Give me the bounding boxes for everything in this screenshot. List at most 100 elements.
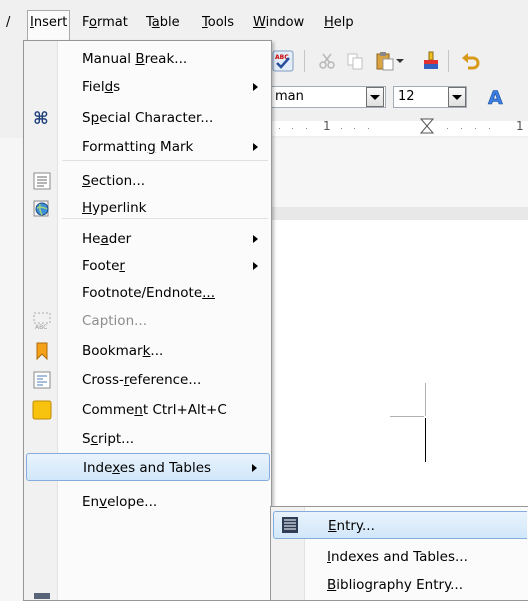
insert-menu-popup: Manual Break... Fields ⌘ Special Character.… — [23, 40, 272, 601]
spellcheck-icon[interactable]: ABC — [272, 50, 294, 72]
indent-marker-icon[interactable] — [419, 118, 435, 138]
menu-item-label: Formatting Mark — [82, 139, 194, 155]
menu-item-label: Indexes and Tables — [83, 460, 212, 476]
submenu-item-bibliography-entry[interactable]: Bibliography Entry... — [273, 571, 527, 599]
text-cursor — [425, 418, 426, 462]
ruler-tick — [279, 128, 280, 129]
partial-menu-icon — [34, 593, 50, 599]
menu-item-section[interactable]: Section... — [26, 167, 270, 195]
menu-item-cross-reference[interactable]: Cross-reference... — [26, 366, 270, 394]
text-effects-icon[interactable]: A — [486, 86, 508, 108]
font-size-value: 12 — [398, 89, 415, 104]
section-icon — [32, 171, 52, 191]
menu-item-formatting-mark[interactable]: Formatting Mark — [26, 133, 270, 161]
menubar-truncated-item[interactable]: / — [4, 11, 12, 37]
ruler-tick — [461, 128, 462, 129]
menu-item-fields[interactable]: Fields — [26, 73, 270, 101]
font-name-value: man — [275, 89, 304, 104]
hyperlink-globe-icon — [32, 198, 52, 218]
ruler-tick — [354, 128, 355, 129]
menu-help-label: Help — [324, 15, 354, 30]
ruler-tick — [341, 128, 342, 129]
menu-item-label: Fields — [82, 79, 121, 95]
menu-item-label: Section... — [82, 173, 146, 189]
menu-item-label: Header — [82, 231, 132, 247]
menu-item-footer[interactable]: Footer — [26, 252, 270, 280]
menu-table-label: Table — [146, 15, 180, 30]
menu-insert-label: Insert — [30, 15, 68, 30]
cut-icon[interactable] — [316, 50, 338, 72]
submenu-item-entry[interactable]: Entry... — [273, 511, 527, 539]
menu-item-label: Footnote/Endnote... — [82, 285, 216, 301]
menu-help[interactable]: Help — [322, 11, 356, 37]
menu-item-label: Footer — [82, 258, 125, 274]
menu-item-caption[interactable]: ABC Caption... — [26, 307, 270, 335]
svg-text:A: A — [488, 87, 503, 108]
menu-item-header[interactable]: Header — [26, 225, 270, 253]
menu-insert[interactable]: Insert — [27, 10, 71, 41]
submenu-item-label: Bibliography Entry... — [327, 577, 464, 593]
svg-text:ABC: ABC — [35, 324, 47, 331]
ruler-tick — [475, 128, 476, 129]
menu-table[interactable]: Table — [144, 11, 182, 37]
menu-item-hyperlink[interactable]: Hyperlink — [26, 194, 270, 222]
menu-format[interactable]: Format — [80, 11, 130, 37]
page-shadow — [271, 207, 528, 220]
submenu-item-label: Entry... — [328, 518, 375, 534]
index-entry-icon — [280, 515, 300, 535]
menu-item-indexes-and-tables[interactable]: Indexes and Tables — [26, 453, 270, 481]
menu-item-comment-ctrl-alt-c[interactable]: Comment Ctrl+Alt+C — [26, 396, 270, 424]
bookmark-icon — [32, 341, 52, 361]
paste-icon[interactable] — [374, 50, 396, 72]
svg-text:⌘: ⌘ — [33, 109, 49, 128]
ruler-tick — [292, 128, 293, 129]
comment-icon — [32, 400, 52, 420]
toolbar-separator — [448, 50, 449, 72]
menu-item-label: Manual Break... — [82, 51, 188, 67]
menu-item-special-character[interactable]: ⌘ Special Character... — [26, 104, 270, 132]
menu-item-label: Hyperlink — [82, 200, 147, 216]
font-size-dropdown-button[interactable] — [448, 87, 466, 107]
menu-tools[interactable]: Tools — [200, 11, 236, 37]
chevron-down-icon — [370, 94, 380, 100]
menu-item-label: Comment Ctrl+Alt+C — [82, 402, 227, 418]
menu-item-label: Special Character... — [82, 110, 214, 126]
menu-item-label: Envelope... — [82, 494, 158, 510]
ruler-label: 1 — [323, 119, 331, 133]
submenu-item-indexes-and-tables[interactable]: Indexes and Tables... — [273, 543, 527, 571]
submenu-arrow-icon — [252, 464, 257, 472]
menu-item-label: Caption... — [82, 313, 148, 329]
text-boundary-corner — [425, 383, 426, 416]
menu-item-label: Script... — [82, 431, 135, 447]
cross-reference-icon — [32, 370, 52, 390]
ruler-tick — [447, 128, 448, 129]
menu-window-label: Window — [253, 15, 305, 30]
ruler-tick — [306, 128, 307, 129]
submenu-arrow-icon — [253, 83, 258, 91]
menu-item-bookmark[interactable]: Bookmark... — [26, 337, 270, 365]
clone-formatting-icon[interactable] — [420, 50, 442, 72]
indexes-and-tables-submenu: Entry... Indexes and Tables... Bibliograph… — [270, 506, 528, 601]
menu-item-label: Cross-reference... — [82, 372, 202, 388]
menu-item-footnote-endnote[interactable]: Footnote/Endnote... — [26, 279, 270, 307]
caption-icon: ABC — [32, 311, 52, 331]
menu-item-envelope[interactable]: Envelope... — [26, 488, 270, 516]
paste-dropdown-icon[interactable] — [394, 50, 406, 72]
chevron-down-icon — [452, 94, 462, 100]
menu-format-label: Format — [82, 15, 128, 30]
menu-item-script[interactable]: Script... — [26, 425, 270, 453]
menu-window[interactable]: Window — [251, 11, 306, 37]
copy-icon[interactable] — [344, 50, 366, 72]
menu-tools-label: Tools — [202, 15, 235, 30]
submenu-arrow-icon — [253, 262, 258, 270]
ruler-tick — [368, 128, 369, 129]
font-name-dropdown-button[interactable] — [366, 87, 384, 107]
toolbar-separator — [304, 50, 305, 72]
text-boundary-corner — [390, 416, 424, 417]
submenu-item-label: Indexes and Tables... — [327, 549, 468, 565]
menu-item-manual-break[interactable]: Manual Break... — [26, 45, 270, 73]
command-symbol-icon: ⌘ — [32, 108, 52, 128]
ruler-strip[interactable]: 1 1 — [270, 118, 528, 138]
undo-icon[interactable] — [460, 50, 482, 72]
ruler-label: 1 — [516, 119, 524, 133]
